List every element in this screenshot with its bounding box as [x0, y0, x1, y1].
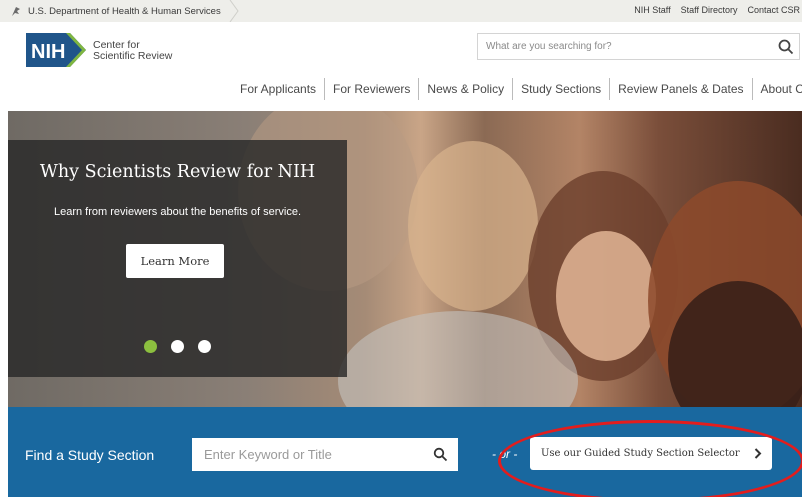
main-nav: For Applicants For Reviewers News & Poli…	[232, 77, 802, 101]
photo-shape	[408, 141, 538, 311]
nav-study-sections[interactable]: Study Sections	[512, 78, 609, 100]
carousel-dot-3[interactable]	[198, 340, 211, 353]
hero-subtitle: Learn from reviewers about the benefits …	[53, 206, 301, 218]
util-link-contact-csr[interactable]: Contact CSR	[747, 5, 800, 15]
site-search	[477, 33, 800, 60]
photo-shape	[556, 231, 656, 361]
nav-about-csr[interactable]: About CSR	[751, 78, 802, 100]
nav-for-applicants[interactable]: For Applicants	[232, 78, 324, 100]
hhs-top-bar: U.S. Department of Health & Human Servic…	[0, 0, 802, 22]
nav-for-reviewers[interactable]: For Reviewers	[324, 78, 418, 100]
learn-more-button[interactable]: Learn More	[126, 244, 224, 278]
util-link-nih-staff[interactable]: NIH Staff	[634, 5, 670, 15]
util-link-staff-directory[interactable]: Staff Directory	[681, 5, 738, 15]
chevron-right-icon	[229, 0, 239, 22]
nav-news-policy[interactable]: News & Policy	[418, 78, 512, 100]
search-icon[interactable]	[777, 38, 795, 56]
study-search-input[interactable]	[192, 438, 422, 471]
hhs-link[interactable]: U.S. Department of Health & Human Servic…	[10, 3, 221, 19]
nav-review-panels-dates[interactable]: Review Panels & Dates	[609, 78, 751, 100]
search-icon[interactable]	[433, 447, 448, 462]
highlight-annotation	[498, 420, 802, 497]
hhs-eagle-icon	[12, 7, 20, 16]
org-name-line2: Scientific Review	[93, 50, 173, 62]
hero-callout: Why Scientists Review for NIH Learn from…	[8, 140, 347, 377]
study-section-label: Find a Study Section	[25, 447, 155, 463]
hero-title: Why Scientists Review for NIH	[39, 162, 316, 182]
study-search-box	[192, 438, 458, 471]
carousel-dot-2[interactable]	[171, 340, 184, 353]
carousel-dots	[144, 340, 211, 353]
carousel-dot-1[interactable]	[144, 340, 157, 353]
org-name: Center for Scientific Review	[93, 40, 172, 62]
hhs-label: U.S. Department of Health & Human Servic…	[28, 5, 221, 17]
utility-links: NIH Staff Staff Directory Contact CSR	[634, 5, 800, 15]
logo-text: NIH	[31, 41, 65, 63]
site-search-input[interactable]	[478, 34, 758, 59]
nih-logo[interactable]: NIH	[26, 33, 86, 67]
